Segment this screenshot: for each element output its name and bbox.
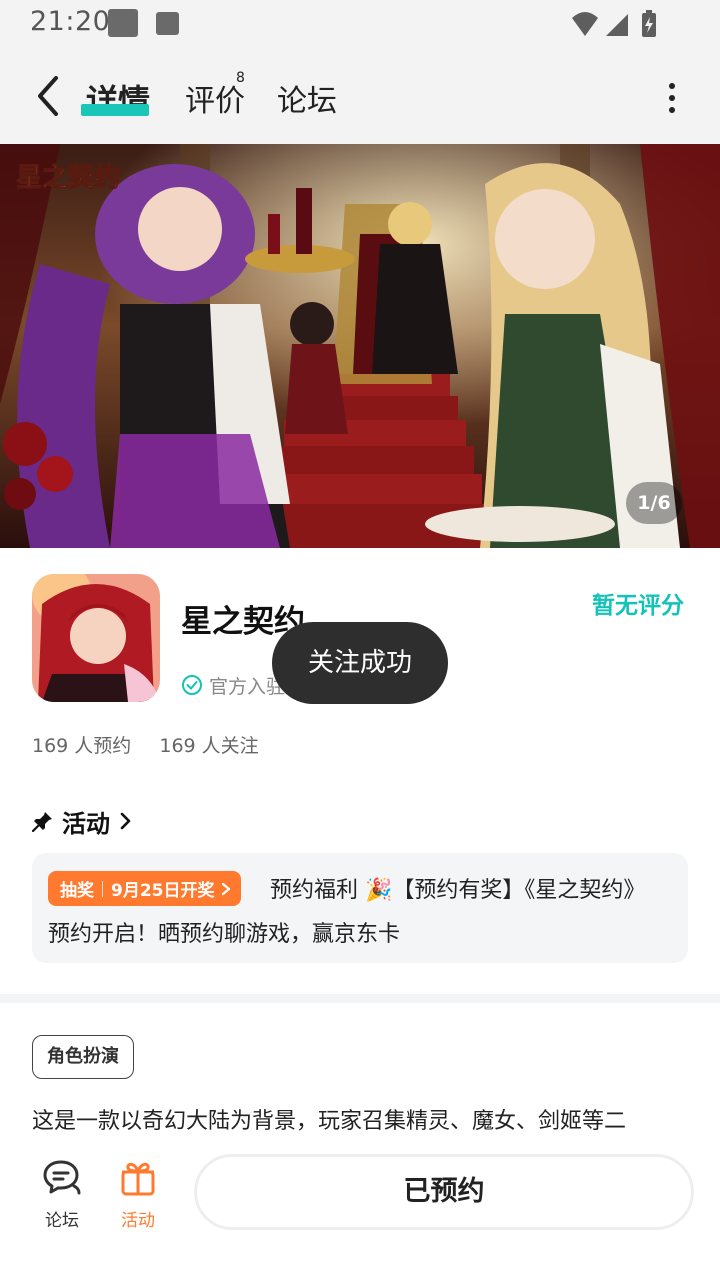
forum-label: 论坛 [45,1211,79,1231]
section-divider [0,994,720,1003]
lottery-badge: 抽奖 9月25日开奖 [48,871,241,906]
status-icons [572,10,656,37]
activity-section-header[interactable]: 活动 [32,804,136,838]
notification-icon [108,9,138,37]
badge-date: 9月25日开奖 [111,881,215,901]
pin-icon [32,812,52,832]
status-time: 21:20 [30,6,111,37]
active-tab-indicator [81,104,149,116]
screenshot-carousel[interactable]: 星之契约 [0,144,720,548]
verified-check-icon [182,675,202,695]
more-options-icon[interactable] [654,80,690,116]
forum-icon [43,1160,81,1195]
game-stats: 169 人预约 169 人关注 [32,731,281,758]
reserved-button[interactable]: 已预约 [194,1154,694,1230]
chevron-right-icon [120,812,131,830]
badge-type: 抽奖 [60,881,94,901]
game-description: 这是一款以奇幻大陆为背景，玩家召集精灵、魔女、剑姬等二 [32,1109,627,1134]
follower-count: 169 人关注 [159,735,259,757]
battery-icon [642,10,656,37]
notification-icon-2 [156,12,179,35]
signal-icon [606,14,628,36]
game-logo: 星之契约 [16,162,120,193]
chevron-right-icon [221,882,230,895]
back-arrow-icon[interactable] [30,72,70,120]
review-count-badge: 8 [236,70,245,86]
genre-tag[interactable]: 角色扮演 [32,1035,134,1079]
banner-artwork: 星之契约 [0,144,720,548]
official-badge: 官方入驻 [181,671,285,699]
bottom-forum-button[interactable]: 论坛 [32,1158,92,1231]
reservation-count: 169 人预约 [32,735,132,757]
wifi-icon [572,12,598,36]
bottom-activity-button[interactable]: 活动 [108,1158,168,1231]
tab-forum[interactable]: 论坛 [277,76,337,120]
activity-title: 活动 [62,809,110,838]
game-icon[interactable] [32,574,160,702]
top-nav: 详情 评价 论坛 [0,48,720,144]
gift-icon [121,1162,155,1196]
rating-status[interactable]: 暂无评分 [592,586,684,620]
bottom-action-bar: 论坛 活动 已预约 [0,1140,720,1280]
activity-label: 活动 [121,1211,155,1231]
carousel-counter: 1/6 [626,482,682,524]
activity-card[interactable]: 预约福利 🎉【预约有奖】《星之契约》预约开启！晒预约聊游戏，赢京东卡 抽奖 9月… [32,853,688,963]
toast-message: 关注成功 [272,622,448,704]
status-bar: 21:20 [0,0,720,48]
